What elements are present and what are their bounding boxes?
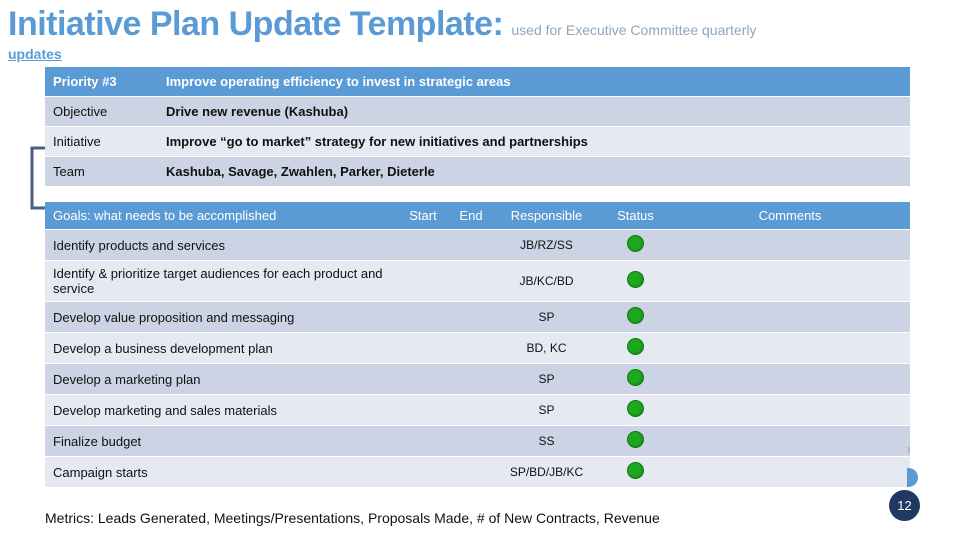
info-label-priority: Priority #3	[45, 67, 158, 96]
end-cell	[450, 230, 492, 260]
edge-tick-mark	[908, 447, 910, 453]
info-value-initiative: Improve “go to market” strategy for new …	[158, 127, 910, 156]
start-cell	[396, 302, 450, 332]
page-subtitle: used for Executive Committee quarterly	[511, 22, 757, 38]
goal-cell: Develop value proposition and messaging	[45, 302, 396, 332]
status-green-dot-icon	[627, 235, 644, 252]
table-row: Campaign starts SP/BD/JB/KC	[45, 457, 910, 487]
table-row: Identify & prioritize target audiences f…	[45, 261, 910, 301]
status-green-dot-icon	[627, 307, 644, 324]
table-row: Priority #3 Improve operating efficiency…	[45, 67, 910, 96]
goals-table-body: Identify products and services JB/RZ/SS Id…	[45, 230, 910, 487]
comments-cell	[670, 457, 910, 487]
table-row: Identify products and services JB/RZ/SS	[45, 230, 910, 260]
status-cell	[601, 364, 670, 394]
goal-cell: Campaign starts	[45, 457, 396, 487]
start-cell	[396, 230, 450, 260]
status-cell	[601, 457, 670, 487]
column-header-comments: Comments	[670, 202, 910, 229]
responsible-cell: BD, KC	[492, 333, 601, 363]
column-header-status: Status	[601, 202, 670, 229]
table-row: Develop value proposition and messaging S…	[45, 302, 910, 332]
responsible-cell: JB/RZ/SS	[492, 230, 601, 260]
status-green-dot-icon	[627, 400, 644, 417]
column-header-responsible: Responsible	[492, 202, 601, 229]
column-header-end: End	[450, 202, 492, 229]
end-cell	[450, 457, 492, 487]
metrics-footer: Metrics: Leads Generated, Meetings/Prese…	[45, 510, 660, 526]
info-label-objective: Objective	[45, 97, 158, 126]
responsible-cell: SP	[492, 302, 601, 332]
end-cell	[450, 333, 492, 363]
responsible-cell: SS	[492, 426, 601, 456]
comments-cell	[670, 364, 910, 394]
goal-cell: Identify & prioritize target audiences f…	[45, 261, 396, 301]
start-cell	[396, 457, 450, 487]
table-row: Team Kashuba, Savage, Zwahlen, Parker, D…	[45, 157, 910, 186]
info-value-team: Kashuba, Savage, Zwahlen, Parker, Dieter…	[158, 157, 910, 186]
goal-cell: Develop a marketing plan	[45, 364, 396, 394]
info-value-priority: Improve operating efficiency to invest i…	[158, 67, 910, 96]
goal-cell: Develop marketing and sales materials	[45, 395, 396, 425]
end-cell	[450, 395, 492, 425]
info-value-objective: Drive new revenue (Kashuba)	[158, 97, 910, 126]
table-row: Objective Drive new revenue (Kashuba)	[45, 97, 910, 126]
end-cell	[450, 261, 492, 301]
start-cell	[396, 426, 450, 456]
status-cell	[601, 261, 670, 301]
responsible-cell: JB/KC/BD	[492, 261, 601, 301]
status-green-dot-icon	[627, 462, 644, 479]
page-title: Initiative Plan Update Template:	[8, 5, 504, 43]
status-cell	[601, 302, 670, 332]
comments-cell	[670, 230, 910, 260]
status-green-dot-icon	[627, 369, 644, 386]
status-cell	[601, 333, 670, 363]
start-cell	[396, 364, 450, 394]
initiative-info-table: Priority #3 Improve operating efficiency…	[45, 66, 910, 187]
info-label-team: Team	[45, 157, 158, 186]
table-row: Initiative Improve “go to market” strate…	[45, 127, 910, 156]
comments-cell	[670, 395, 910, 425]
slide-title-block: Initiative Plan Update Template: used for…	[8, 4, 908, 50]
goal-cell: Finalize budget	[45, 426, 396, 456]
info-label-initiative: Initiative	[45, 127, 158, 156]
goal-cell: Develop a business development plan	[45, 333, 396, 363]
responsible-cell: SP/BD/JB/KC	[492, 457, 601, 487]
end-cell	[450, 302, 492, 332]
page-title-continuation: updates	[8, 46, 62, 62]
status-green-dot-icon	[627, 431, 644, 448]
comments-cell	[670, 333, 910, 363]
responsible-cell: SP	[492, 395, 601, 425]
goal-cell: Identify products and services	[45, 230, 396, 260]
comments-cell	[670, 261, 910, 301]
start-cell	[396, 333, 450, 363]
comments-cell	[670, 302, 910, 332]
status-cell	[601, 230, 670, 260]
responsible-cell: SP	[492, 364, 601, 394]
column-header-goal: Goals: what needs to be accomplished	[45, 202, 396, 229]
start-cell	[396, 261, 450, 301]
table-row: Finalize budget SS	[45, 426, 910, 456]
end-cell	[450, 426, 492, 456]
status-cell	[601, 426, 670, 456]
column-header-start: Start	[396, 202, 450, 229]
slide-canvas: Initiative Plan Update Template: used for…	[0, 0, 960, 540]
table-row: Develop marketing and sales materials SP	[45, 395, 910, 425]
edge-decoration-shape	[907, 468, 918, 487]
end-cell	[450, 364, 492, 394]
start-cell	[396, 395, 450, 425]
comments-cell	[670, 426, 910, 456]
goals-table: Goals: what needs to be accomplished Sta…	[45, 201, 910, 488]
table-row: Develop a marketing plan SP	[45, 364, 910, 394]
status-cell	[601, 395, 670, 425]
status-green-dot-icon	[627, 338, 644, 355]
table-row: Develop a business development plan BD, K…	[45, 333, 910, 363]
page-number-badge: 12	[889, 490, 920, 521]
status-green-dot-icon	[627, 271, 644, 288]
goals-table-header-row: Goals: what needs to be accomplished Sta…	[45, 202, 910, 229]
